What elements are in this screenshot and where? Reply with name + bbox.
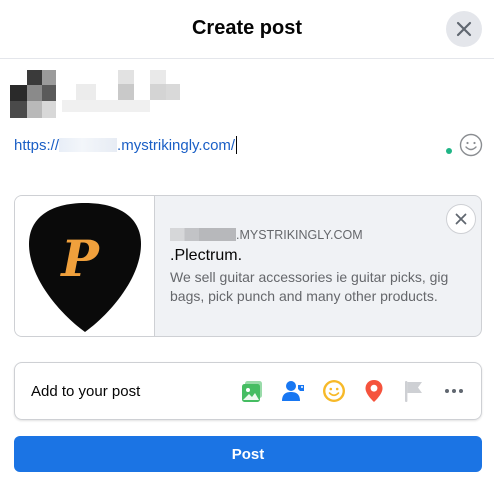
link-domain-suffix: .MYSTRIKINGLY.COM — [236, 228, 363, 242]
user-name-redacted — [62, 70, 182, 118]
dialog-title: Create post — [191, 17, 303, 39]
more-icon — [445, 389, 463, 393]
url-suffix: .mystrikingly.com/ — [117, 137, 236, 154]
check-in-button[interactable] — [360, 377, 388, 405]
status-dot — [446, 148, 452, 154]
close-icon — [456, 21, 472, 37]
add-to-post-label: Add to your post — [31, 383, 141, 400]
photo-video-button[interactable] — [239, 377, 267, 405]
link-domain: .MYSTRIKINGLY.COM — [170, 228, 475, 242]
link-preview-text: .MYSTRIKINGLY.COM .Plectrum. We sell gui… — [170, 228, 475, 306]
smiley-icon — [459, 133, 483, 157]
remove-preview-button[interactable] — [446, 204, 476, 234]
tag-people-icon — [282, 381, 304, 401]
post-text-input[interactable]: https:// .mystrikingly.com/ — [14, 136, 238, 154]
link-title: .Plectrum. — [170, 247, 243, 264]
feeling-activity-icon — [323, 380, 345, 402]
domain-redacted — [170, 228, 236, 241]
flag-icon — [405, 381, 422, 402]
close-icon — [455, 213, 467, 225]
logo-letter: P — [59, 229, 100, 288]
url-prefix: https:// — [14, 137, 60, 154]
more-options-button[interactable] — [440, 377, 468, 405]
tag-people-button[interactable] — [280, 377, 308, 405]
dialog-header: Create post — [0, 0, 494, 59]
guitar-pick-logo: P — [29, 203, 141, 332]
add-to-post-bar: Add to your post — [14, 362, 482, 420]
link-preview-image: P — [15, 196, 155, 336]
emoji-button[interactable] — [459, 133, 483, 157]
post-button[interactable]: Post — [14, 436, 482, 472]
close-dialog-button[interactable] — [446, 11, 482, 47]
photo-video-icon — [242, 381, 262, 402]
feeling-activity-button[interactable] — [320, 377, 348, 405]
check-in-icon — [365, 380, 383, 402]
text-caret — [236, 136, 238, 154]
link-preview-card[interactable]: P .MYSTRIKINGLY.COM .Plectrum. We sell g… — [14, 195, 482, 337]
url-redacted — [59, 138, 118, 152]
flag-button[interactable] — [400, 377, 428, 405]
avatar — [10, 70, 58, 118]
link-description: We sell guitar accessories ie guitar pic… — [170, 269, 449, 304]
